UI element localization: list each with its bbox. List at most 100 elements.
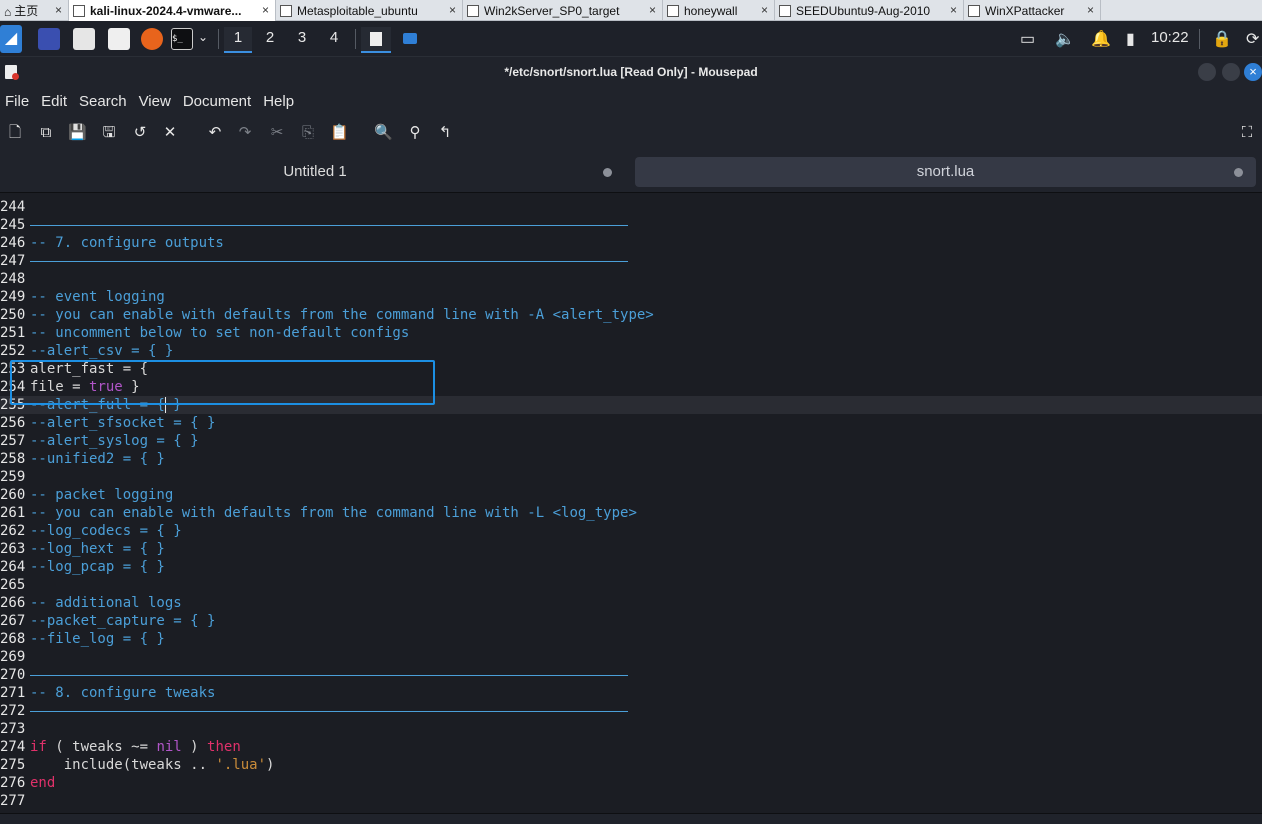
- minimize-button[interactable]: [1198, 63, 1216, 81]
- save-icon[interactable]: 💾: [68, 124, 87, 142]
- display-icon[interactable]: ▭: [1020, 29, 1035, 49]
- copy-icon[interactable]: ⎘: [299, 124, 317, 142]
- close-document-icon[interactable]: ✕: [161, 124, 179, 142]
- clock[interactable]: 10:22: [1151, 29, 1189, 46]
- battery-icon[interactable]: ▮: [1126, 29, 1135, 49]
- code-line[interactable]: 273: [0, 720, 1262, 738]
- cut-icon[interactable]: ✂: [268, 124, 286, 142]
- code-line[interactable]: 268 --file_log = { }: [0, 630, 1262, 648]
- vm-tab-home[interactable]: ⌂ 主页 ×: [0, 0, 69, 21]
- code-line[interactable]: 245: [0, 216, 1262, 234]
- vm-tab-win2kserver[interactable]: Win2kServer_SP0_target ×: [463, 0, 663, 21]
- go-to-line-icon[interactable]: ↰: [436, 124, 454, 142]
- tab-untitled-1[interactable]: Untitled 1: [0, 157, 630, 187]
- code-line[interactable]: 271 -- 8. configure tweaks: [0, 684, 1262, 702]
- notification-bell-icon[interactable]: 🔔: [1091, 29, 1111, 49]
- redo-icon[interactable]: ↷: [236, 124, 254, 142]
- code-text: -- you can enable with defaults from the…: [30, 504, 637, 522]
- taskbar-files[interactable]: [396, 27, 424, 53]
- menu-search[interactable]: Search: [78, 87, 133, 115]
- firefox-icon[interactable]: [141, 28, 163, 50]
- menu-edit[interactable]: Edit: [40, 87, 73, 115]
- code-text: --log_hext = { }: [30, 540, 165, 558]
- fullscreen-icon[interactable]: ⛶: [1238, 124, 1256, 142]
- maximize-button[interactable]: [1222, 63, 1240, 81]
- code-line[interactable]: 269: [0, 648, 1262, 666]
- code-line[interactable]: 274 if ( tweaks ~= nil ) then: [0, 738, 1262, 756]
- code-line[interactable]: 252 --alert_csv = { }: [0, 342, 1262, 360]
- save-as-icon[interactable]: 🖫: [100, 124, 118, 142]
- lock-icon[interactable]: 🔒: [1212, 29, 1232, 49]
- code-line[interactable]: 256 --alert_sfsocket = { }: [0, 414, 1262, 432]
- vm-tab-kali[interactable]: kali-linux-2024.4-vmware... ×: [69, 0, 276, 21]
- code-line[interactable]: 262 --log_codecs = { }: [0, 522, 1262, 540]
- chevron-down-icon[interactable]: ⌄: [198, 30, 208, 44]
- volume-icon[interactable]: 🔈: [1055, 29, 1075, 49]
- undo-icon[interactable]: ↶: [206, 124, 224, 142]
- vm-tab-seedubuntu[interactable]: SEEDUbuntu9-Aug-2010 ×: [775, 0, 964, 21]
- tab-close-icon[interactable]: [603, 168, 612, 177]
- menu-help[interactable]: Help: [262, 87, 300, 115]
- code-line[interactable]: 275 include(tweaks .. '.lua'): [0, 756, 1262, 774]
- editor-text-area[interactable]: 244 245 246 -- 7. configure outputs 247 248 24…: [0, 193, 1262, 813]
- close-icon[interactable]: ×: [1087, 3, 1094, 17]
- menu-document[interactable]: Document: [182, 87, 257, 115]
- search-icon[interactable]: 🔍: [374, 124, 393, 142]
- vm-tab-winxpattacker[interactable]: WinXPattacker ×: [964, 0, 1101, 21]
- code-line[interactable]: 265: [0, 576, 1262, 594]
- revert-icon[interactable]: ↺: [131, 124, 149, 142]
- tab-label: snort.lua: [916, 163, 975, 180]
- code-line[interactable]: 260 -- packet logging: [0, 486, 1262, 504]
- workspace-3[interactable]: 3: [288, 27, 316, 53]
- kali-menu-icon[interactable]: ◢: [0, 25, 22, 53]
- terminal-icon[interactable]: $_: [171, 28, 193, 50]
- close-icon[interactable]: ×: [55, 3, 62, 17]
- line-number: 275: [0, 757, 26, 773]
- close-icon[interactable]: ×: [649, 3, 656, 17]
- close-button[interactable]: ×: [1244, 63, 1262, 81]
- close-icon[interactable]: ×: [449, 3, 456, 17]
- workspace-4[interactable]: 4: [320, 27, 348, 53]
- code-line[interactable]: 261 -- you can enable with defaults from …: [0, 504, 1262, 522]
- code-line[interactable]: 272: [0, 702, 1262, 720]
- taskbar-mousepad[interactable]: [361, 27, 391, 53]
- code-line[interactable]: 277: [0, 792, 1262, 810]
- paste-icon[interactable]: 📋: [330, 124, 349, 142]
- menu-view[interactable]: View: [138, 87, 177, 115]
- code-line[interactable]: 257 --alert_syslog = { }: [0, 432, 1262, 450]
- code-line[interactable]: 266 -- additional logs: [0, 594, 1262, 612]
- code-line[interactable]: 249 -- event logging: [0, 288, 1262, 306]
- code-line[interactable]: 276 end: [0, 774, 1262, 792]
- text-editor-icon[interactable]: [108, 28, 130, 50]
- code-line[interactable]: 259: [0, 468, 1262, 486]
- code-line[interactable]: 270: [0, 666, 1262, 684]
- code-token: --alert_syslog = { }: [30, 433, 199, 449]
- desktop-icon[interactable]: [38, 28, 60, 50]
- code-line[interactable]: 248: [0, 270, 1262, 288]
- code-line[interactable]: 246 -- 7. configure outputs: [0, 234, 1262, 252]
- code-line[interactable]: 251 -- uncomment below to set non-default…: [0, 324, 1262, 342]
- code-line[interactable]: 258 --unified2 = { }: [0, 450, 1262, 468]
- code-line[interactable]: 263 --log_hext = { }: [0, 540, 1262, 558]
- menu-file[interactable]: File: [4, 87, 35, 115]
- close-icon[interactable]: ×: [262, 3, 269, 17]
- logout-icon[interactable]: ⟳: [1246, 29, 1259, 49]
- file-manager-icon[interactable]: [73, 28, 95, 50]
- new-window-icon[interactable]: ⧉: [37, 124, 55, 142]
- tab-snort-lua[interactable]: snort.lua: [635, 157, 1256, 187]
- code-line[interactable]: 244: [0, 198, 1262, 216]
- new-document-icon[interactable]: 🗋: [6, 124, 24, 142]
- close-icon[interactable]: ×: [761, 3, 768, 17]
- workspace-2[interactable]: 2: [256, 27, 284, 53]
- tab-close-icon[interactable]: [1234, 168, 1243, 177]
- vm-tab-metasploitable[interactable]: Metasploitable_ubuntu ×: [276, 0, 463, 21]
- window-titlebar[interactable]: */etc/snort/snort.lua [Read Only] - Mous…: [0, 57, 1262, 87]
- workspace-1[interactable]: 1: [224, 27, 252, 53]
- code-line[interactable]: 247: [0, 252, 1262, 270]
- code-line[interactable]: 267 --packet_capture = { }: [0, 612, 1262, 630]
- close-icon[interactable]: ×: [950, 3, 957, 17]
- code-line[interactable]: 250 -- you can enable with defaults from …: [0, 306, 1262, 324]
- find-replace-icon[interactable]: ⚲: [406, 124, 424, 142]
- vm-tab-honeywall[interactable]: honeywall ×: [663, 0, 775, 21]
- code-line[interactable]: 264 --log_pcap = { }: [0, 558, 1262, 576]
